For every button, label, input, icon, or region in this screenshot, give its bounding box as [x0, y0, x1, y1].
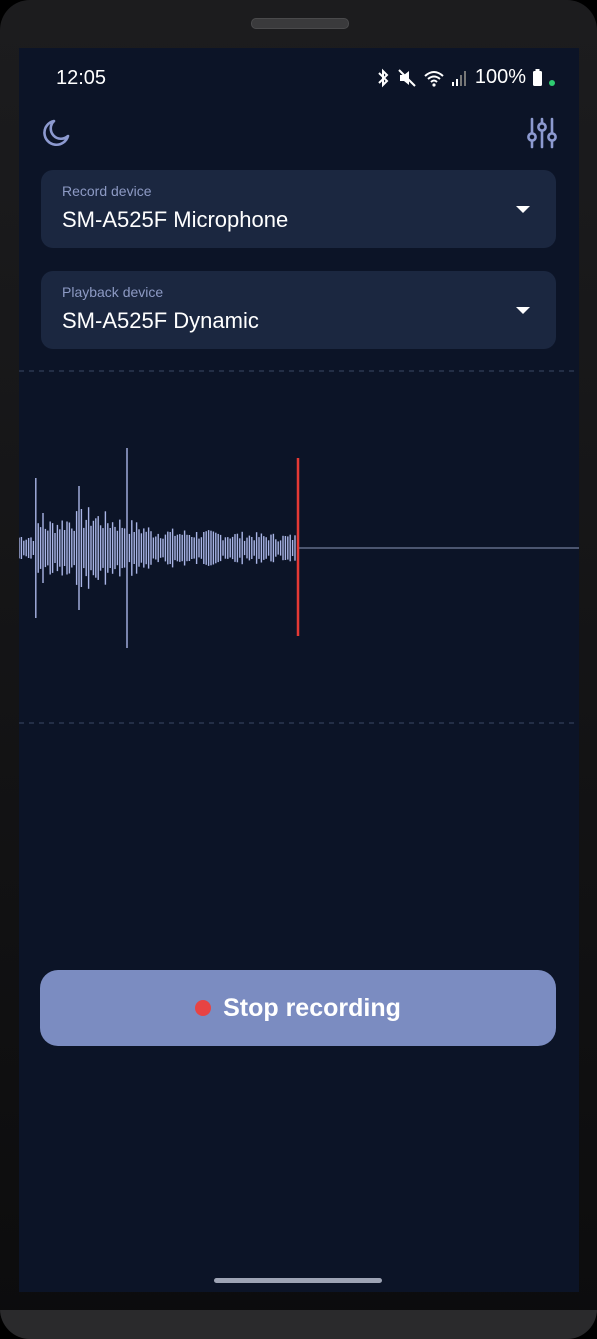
playback-device-label: Playback device [62, 284, 164, 300]
phone-bottom-bezel [0, 1310, 597, 1339]
recording-dot-icon [195, 1000, 212, 1016]
caret-down-icon [516, 307, 530, 314]
battery-icon [533, 68, 542, 86]
sliders-icon [527, 117, 557, 149]
record-device-dropdown[interactable]: Record device SM-A525F Microphone [41, 170, 556, 248]
status-time: 12:05 [56, 67, 107, 89]
theme-toggle-button[interactable] [39, 116, 73, 150]
moon-icon [43, 119, 70, 146]
mute-icon [398, 68, 416, 87]
privacy-indicator-dot [549, 79, 555, 86]
audio-waveform [19, 370, 579, 724]
wifi-icon [424, 70, 444, 87]
earpiece-speaker [251, 18, 349, 29]
phone-frame: 12:05 100% Record device SM-A525F Microp… [0, 0, 597, 1339]
waveform-bars [19, 448, 296, 648]
playback-device-dropdown[interactable]: Playback device SM-A525F Dynamic [41, 271, 556, 349]
record-device-value: SM-A525F Microphone [62, 207, 289, 232]
record-device-label: Record device [62, 183, 152, 199]
signal-icon [451, 70, 466, 86]
settings-sliders-button[interactable] [525, 116, 559, 150]
stop-recording-button[interactable]: Stop recording [40, 970, 556, 1046]
stop-recording-label: Stop recording [223, 993, 401, 1022]
bluetooth-icon [378, 68, 389, 87]
caret-down-icon [516, 206, 530, 213]
home-indicator[interactable] [214, 1278, 382, 1283]
battery-percentage: 100% [474, 66, 526, 88]
playback-device-value: SM-A525F Dynamic [62, 308, 259, 333]
status-icons: 100% [375, 66, 555, 89]
app-screen: 12:05 100% Record device SM-A525F Microp… [19, 48, 579, 1292]
